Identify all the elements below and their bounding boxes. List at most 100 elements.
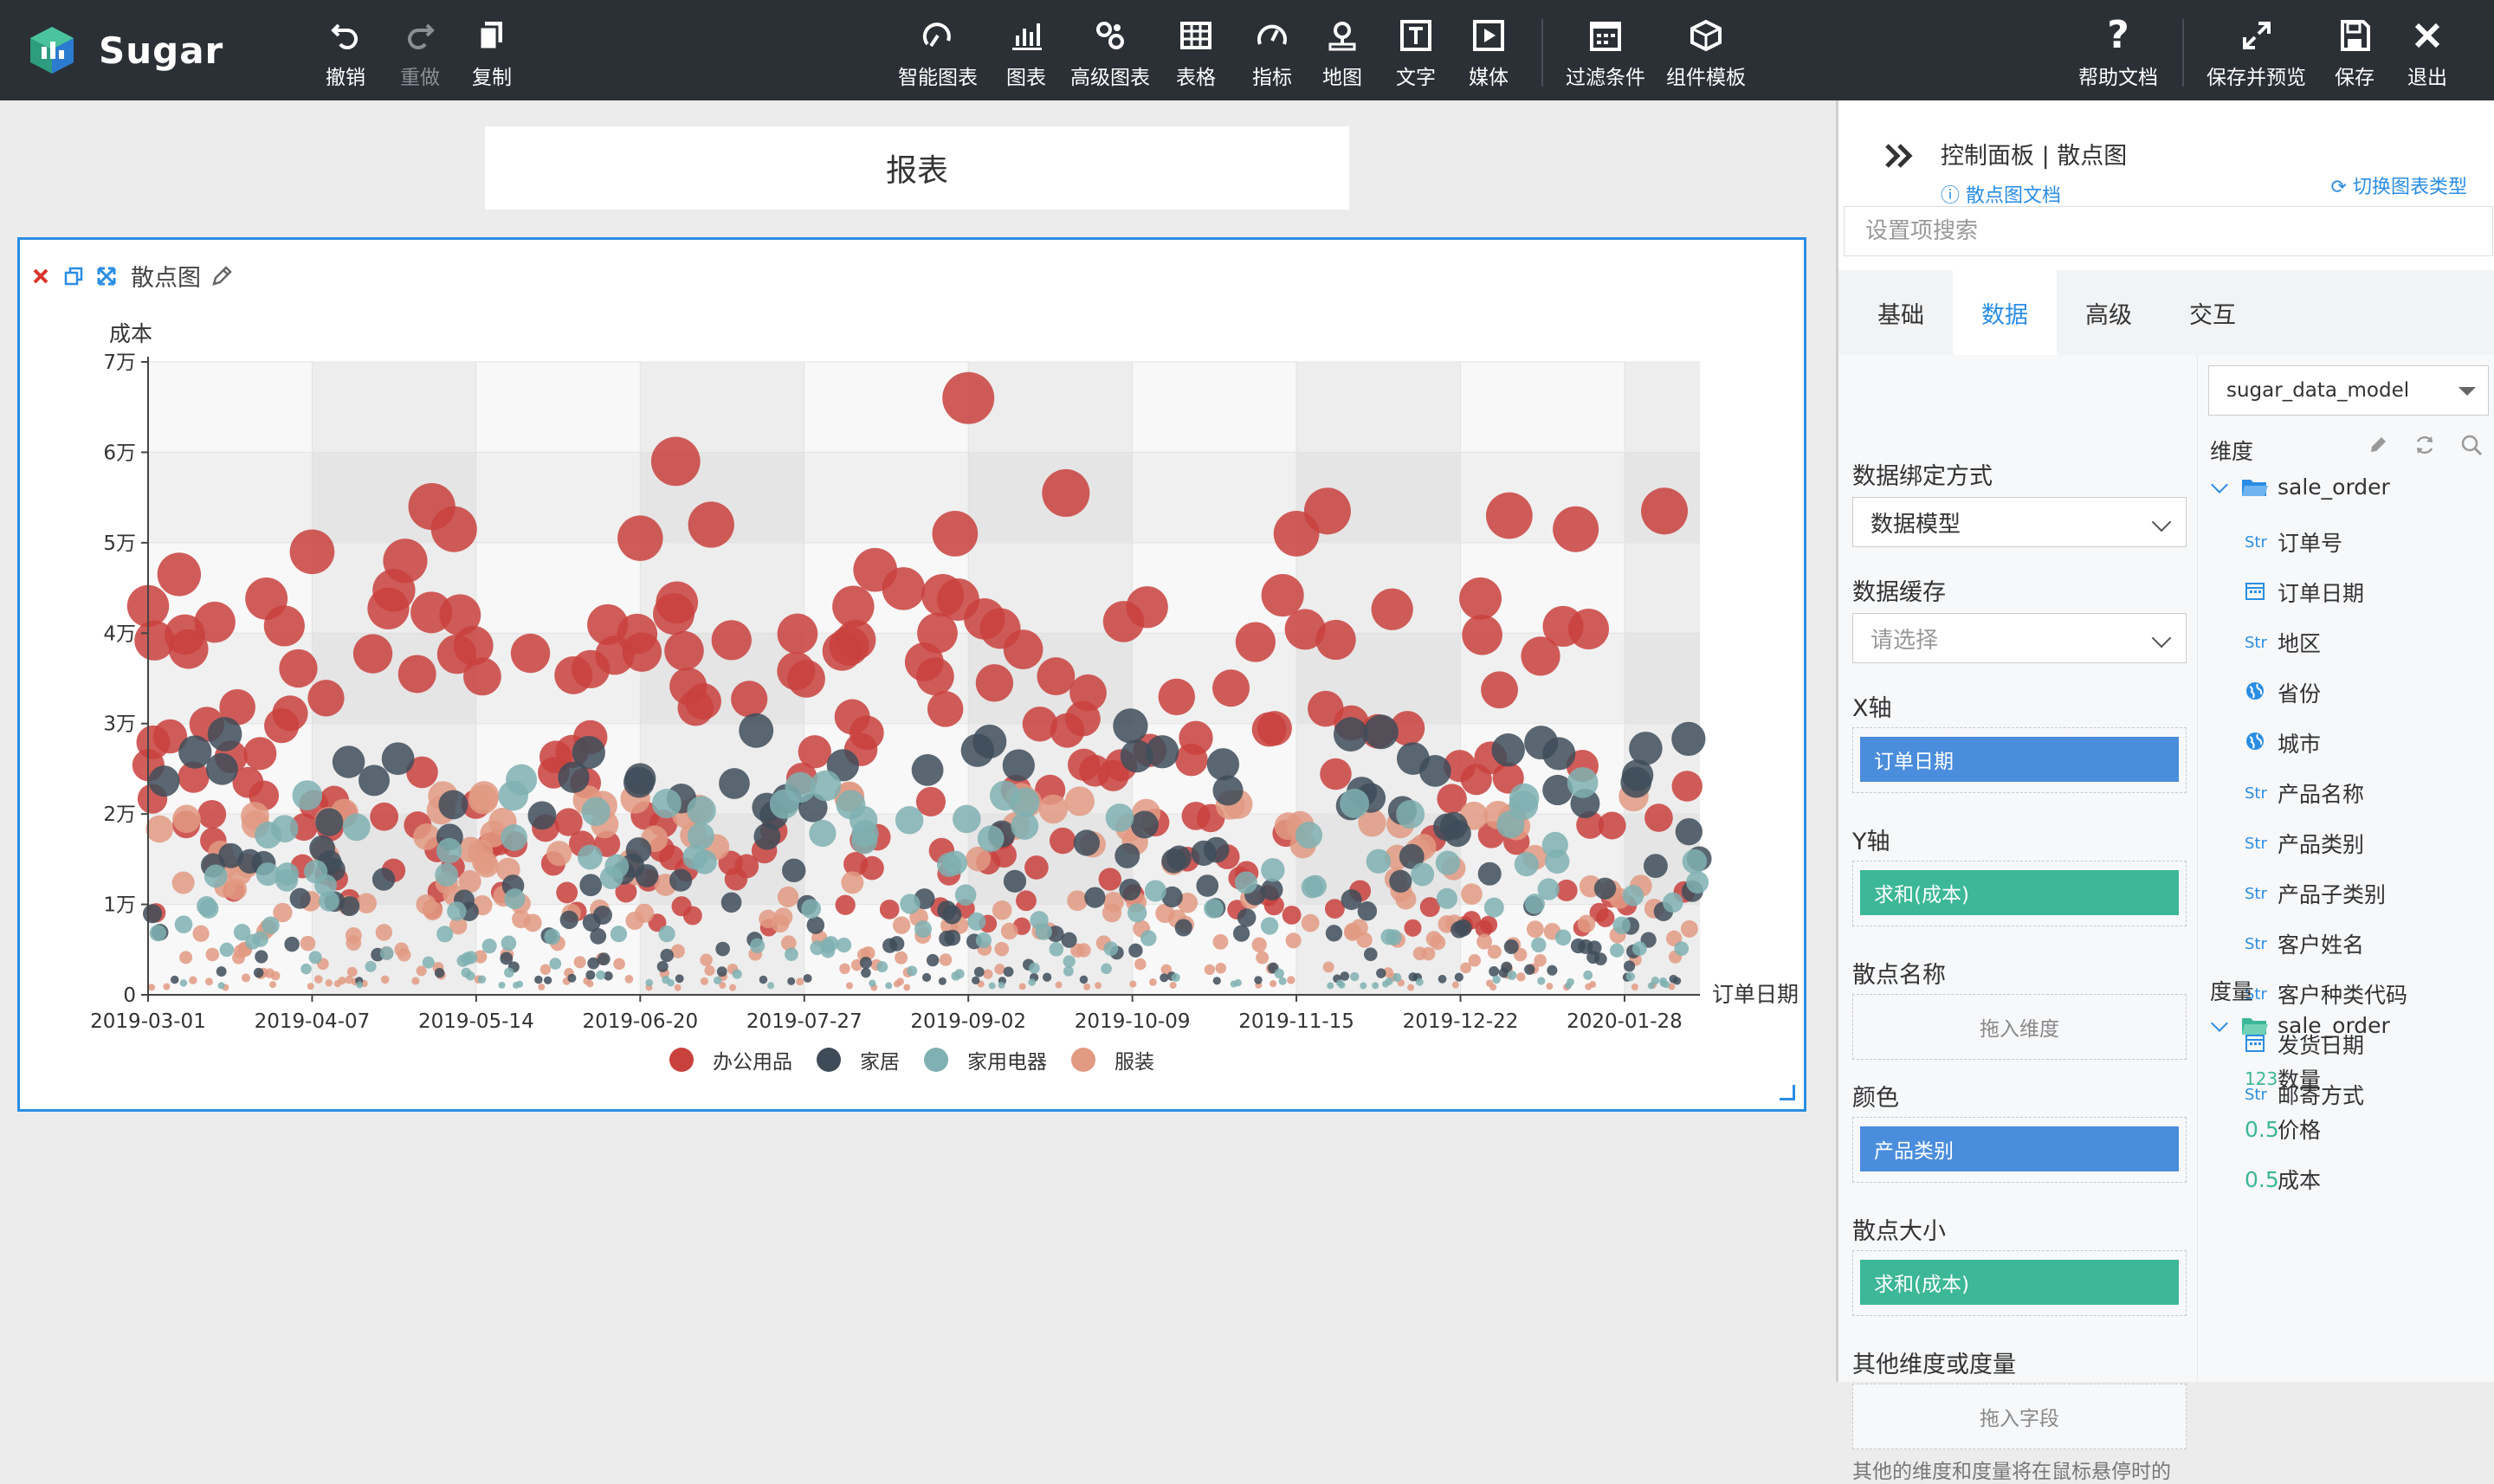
- edit-title-button[interactable]: [210, 264, 234, 288]
- redo-button[interactable]: 重做: [400, 16, 440, 90]
- legend-item[interactable]: 办公用品: [669, 1045, 792, 1074]
- scatter-point: [624, 974, 634, 984]
- chart-button[interactable]: 图表: [1006, 16, 1046, 90]
- dimension-field[interactable]: Str 地区: [2245, 627, 2321, 658]
- dimension-field[interactable]: Str 产品子类别: [2245, 878, 2386, 909]
- chart-legend: 办公用品 家居 家用电器 服装: [20, 1045, 1804, 1074]
- tab-basic[interactable]: 基础: [1849, 270, 1953, 355]
- scatter-doc-link[interactable]: ⓘ 散点图文档: [1941, 180, 2061, 208]
- scatter-point: [1682, 848, 1708, 874]
- save-button[interactable]: 保存: [2335, 16, 2374, 90]
- point-name-dropzone[interactable]: 拖入维度: [1852, 994, 2187, 1060]
- advanced-chart-icon: [1096, 22, 1124, 49]
- measure-field[interactable]: 0.5 价格: [2245, 1113, 2321, 1145]
- x-axis-field-chip[interactable]: 订单日期: [1860, 737, 2179, 782]
- cache-select[interactable]: 请选择: [1852, 613, 2187, 663]
- point-size-field-chip[interactable]: 求和(成本): [1860, 1260, 2179, 1305]
- scatter-point: [951, 971, 961, 981]
- legend-item[interactable]: 家用电器: [924, 1045, 1047, 1074]
- fullscreen-widget-button[interactable]: [94, 264, 119, 288]
- dimension-field[interactable]: Str 产品名称: [2245, 777, 2364, 809]
- scatter-point: [1038, 794, 1069, 824]
- edit-dimension-button[interactable]: [2364, 431, 2392, 459]
- dimension-field[interactable]: Str 客户种类代码: [2245, 978, 2407, 1010]
- scatter-point: [438, 790, 468, 820]
- scatter-point: [1261, 858, 1285, 882]
- x-axis-dropzone[interactable]: 订单日期: [1852, 727, 2187, 793]
- media-button[interactable]: 媒体: [1469, 16, 1509, 90]
- switch-chart-type-link[interactable]: ⟳ 切换图表类型: [2331, 171, 2467, 199]
- bind-mode-select[interactable]: 数据模型: [1852, 497, 2187, 547]
- tab-advanced[interactable]: 高级: [2057, 270, 2161, 355]
- legend-swatch: [817, 1048, 841, 1072]
- delete-widget-button[interactable]: [29, 264, 53, 288]
- tab-data[interactable]: 数据: [1953, 270, 2057, 355]
- resize-handle[interactable]: [1780, 1085, 1795, 1100]
- legend-item[interactable]: 服装: [1071, 1045, 1154, 1074]
- legend-item[interactable]: 家居: [817, 1045, 900, 1074]
- other-fields-dropzone[interactable]: 拖入字段: [1852, 1384, 2187, 1449]
- y-tick-label: 7万: [103, 352, 136, 374]
- dimension-field-name: 产品子类别: [2278, 882, 2387, 907]
- scatter-point: [504, 967, 514, 978]
- dimension-field[interactable]: Str 产品类别: [2245, 828, 2364, 859]
- data-model-select[interactable]: sugar_data_model: [2208, 365, 2489, 416]
- dimension-field[interactable]: 省份: [2245, 677, 2321, 708]
- scatter-point: [178, 735, 212, 769]
- color-field-chip[interactable]: 产品类别: [1860, 1126, 2179, 1171]
- scatter-chart-widget[interactable]: 0 1万 2万 3万 4万 5万 6万 7万 2019-03-01 2019-04-07 2019-…: [17, 237, 1806, 1112]
- scatter-point: [1018, 983, 1026, 990]
- report-title[interactable]: 报表: [485, 126, 1349, 210]
- point-size-dropzone[interactable]: 求和(成本): [1852, 1250, 2187, 1316]
- x-axis-title: 订单日期: [1712, 982, 1799, 1007]
- scatter-point: [447, 901, 467, 921]
- dimension-field[interactable]: Str 订单号: [2245, 526, 2342, 558]
- measure-field[interactable]: 0.5 成本: [2245, 1164, 2321, 1195]
- advanced-chart-button[interactable]: 高级图表: [1070, 16, 1150, 90]
- y-axis-field-chip[interactable]: 求和(成本): [1860, 870, 2179, 915]
- text-button[interactable]: 文字: [1396, 16, 1436, 90]
- table-button[interactable]: 表格: [1176, 16, 1216, 90]
- undo-button[interactable]: 撤销: [326, 16, 365, 90]
- measure-folder[interactable]: sale_order: [2206, 1013, 2390, 1038]
- search-dimension-button[interactable]: [2458, 431, 2485, 459]
- smart-chart-button[interactable]: 智能图表: [898, 16, 978, 90]
- map-button[interactable]: 地图: [1322, 16, 1362, 90]
- measure-field[interactable]: 123 数量: [2245, 1063, 2321, 1094]
- dimension-field[interactable]: 城市: [2245, 727, 2321, 758]
- collapse-panel-icon[interactable]: [1882, 139, 1916, 173]
- scatter-point: [1376, 968, 1386, 978]
- dimension-field-name: 订单号: [2278, 531, 2343, 556]
- dimension-field-name: 产品类别: [2278, 832, 2365, 857]
- scatter-point: [1524, 894, 1545, 914]
- save-preview-button[interactable]: 保存并预览: [2206, 16, 2306, 90]
- refresh-dimension-button[interactable]: [2411, 431, 2439, 459]
- scatter-point: [538, 984, 546, 991]
- color-dropzone[interactable]: 产品类别: [1852, 1117, 2187, 1183]
- tab-interaction[interactable]: 交互: [2161, 270, 2265, 355]
- indicator-button[interactable]: 指标: [1252, 16, 1292, 90]
- scatter-point: [1340, 971, 1350, 981]
- component-template-button[interactable]: 组件模板: [1666, 16, 1746, 90]
- scatter-point: [1260, 917, 1279, 935]
- dimension-field[interactable]: Str 客户姓名: [2245, 928, 2364, 959]
- help-button[interactable]: ? 帮助文档: [2078, 16, 2158, 90]
- dimension-field-name: 客户种类代码: [2278, 983, 2408, 1008]
- scatter-point: [1083, 983, 1091, 990]
- scatter-point: [994, 964, 1005, 975]
- duplicate-widget-button[interactable]: [61, 264, 86, 288]
- scatter-point: [988, 982, 996, 990]
- scatter-point: [1436, 887, 1457, 909]
- y-axis-dropzone[interactable]: 求和(成本): [1852, 861, 2187, 926]
- dimension-field[interactable]: 订单日期: [2245, 577, 2364, 608]
- scatter-point: [498, 981, 506, 989]
- copy-button[interactable]: 复制: [472, 16, 512, 90]
- scatter-point: [1230, 980, 1237, 988]
- settings-search-input[interactable]: [1845, 207, 2492, 255]
- scatter-point: [1098, 868, 1121, 891]
- filter-button[interactable]: 过滤条件: [1566, 16, 1645, 90]
- dimension-folder[interactable]: sale_order: [2206, 474, 2390, 500]
- exit-button[interactable]: 退出: [2407, 16, 2447, 90]
- scatter-point: [1079, 975, 1089, 984]
- redo-label: 重做: [400, 67, 440, 89]
